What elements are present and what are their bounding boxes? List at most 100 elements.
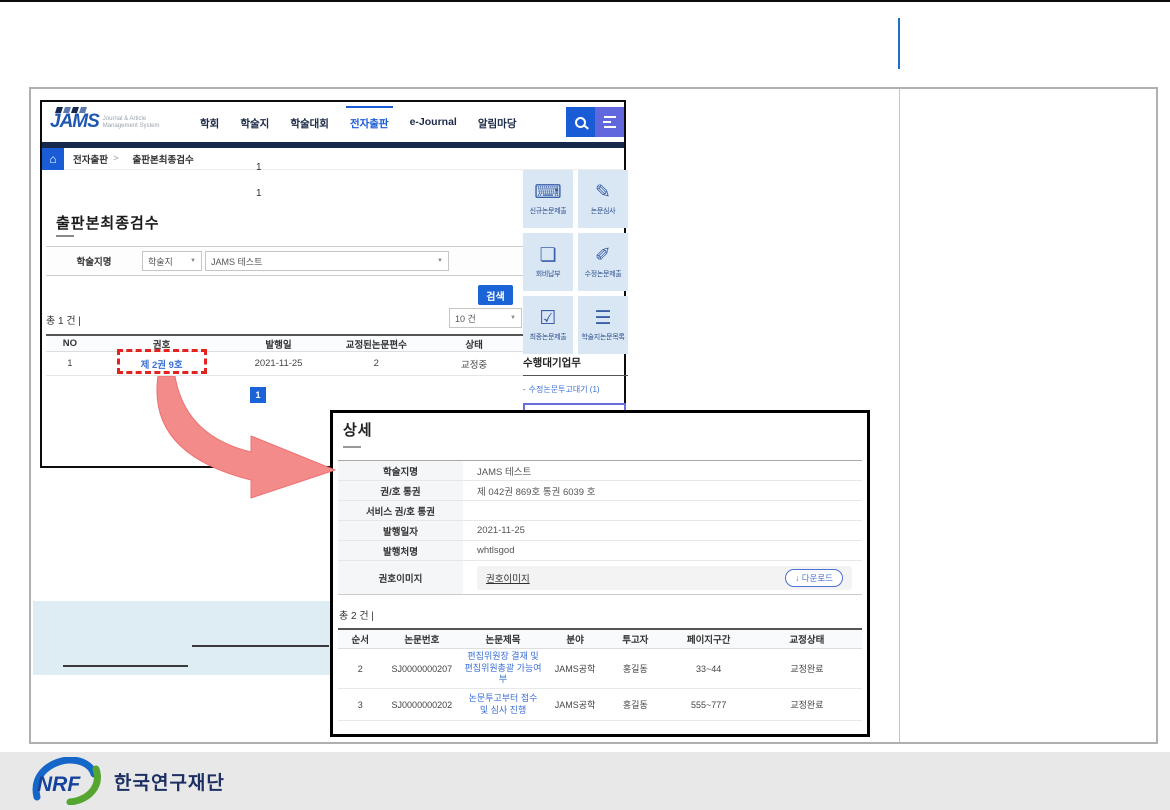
nrf-logo-icon: NRF xyxy=(30,757,106,805)
col-count: 교정된논문편수 xyxy=(327,337,425,351)
menu-button[interactable] xyxy=(595,107,624,137)
nav-item-journal[interactable]: 학술지 xyxy=(240,113,269,131)
col-article-title: 논문제목 xyxy=(461,632,545,646)
top-rule xyxy=(0,0,1170,2)
tile-label: 학술지논문목록 xyxy=(582,332,625,342)
detail-label: 서비스 권/호 통권 xyxy=(338,501,463,520)
tile-membership-fee[interactable]: ❏ 회비납부 xyxy=(523,233,573,291)
jams-logo-text: JAMS xyxy=(50,111,99,133)
logo-cube xyxy=(63,107,71,113)
breadcrumb-separator: > xyxy=(113,153,119,164)
pending-item-revised[interactable]: -수정논문투고대기 (1) xyxy=(523,384,628,395)
detail-row: 서비스 권/호 통권 xyxy=(338,501,862,521)
nav-item-epublish-active[interactable]: 전자출판 xyxy=(350,113,389,131)
col-proof-status: 교정상태 xyxy=(752,632,862,646)
cell-no: 1 xyxy=(46,358,94,369)
col-date: 발행일 xyxy=(230,337,328,351)
article-title-link[interactable]: 편집위원장 결재 및 편집위원총괄 가능여부 xyxy=(461,649,545,688)
article-count: 총 2 건 | xyxy=(339,607,867,622)
nav-item-conference[interactable]: 학술대회 xyxy=(290,113,329,131)
tile-revised-submission[interactable]: ✐ 수정논문제출 xyxy=(578,233,628,291)
journal-name-select[interactable]: JAMS 테스트 ▼ xyxy=(205,251,449,271)
detail-label: 발행일자 xyxy=(338,521,463,540)
page: JAMS Journal & Article Management System… xyxy=(0,0,1170,810)
search-submit-button[interactable]: 검색 xyxy=(478,285,513,305)
col-article-no: 논문번호 xyxy=(383,632,462,646)
issue-highlight-box xyxy=(117,349,207,374)
menu-icon xyxy=(603,121,611,123)
search-button[interactable] xyxy=(566,107,595,137)
breadcrumb-section[interactable]: 전자출판 xyxy=(73,152,108,166)
article-row: 3 SJ0000000202 논문투고부터 접수 및 심사 진행 JAMS공학 … xyxy=(338,689,862,721)
checklist-icon: ☰ xyxy=(594,309,611,328)
pending-tasks-title: 수행대기업무 xyxy=(523,355,628,376)
col-field: 분야 xyxy=(545,632,605,646)
detail-label: 발행처명 xyxy=(338,541,463,560)
detail-row: 발행처명 whtlsgod xyxy=(338,541,862,561)
detail-row: 학술지명 JAMS 테스트 xyxy=(338,461,862,481)
nav-item-notice[interactable]: 알림마당 xyxy=(478,113,517,131)
tile-label: 회비납부 xyxy=(536,269,561,279)
cell-author: 홍길동 xyxy=(605,662,665,675)
col-status: 상태 xyxy=(425,337,523,351)
article-table-header: 순서 논문번호 논문제목 분야 투고자 페이지구간 교정상태 xyxy=(338,628,862,649)
journal-type-select[interactable]: 학술지 ▼ xyxy=(142,251,202,271)
detail-value: JAMS 테스트 xyxy=(463,461,862,480)
article-title-link[interactable]: 논문투고부터 접수 및 심사 진행 xyxy=(461,691,545,718)
edit-document-icon: ✐ xyxy=(595,246,611,265)
quick-menu: ⌨ 신규논문제출 ✎ 논문심사 ❏ 회비납부 ✐ 수정논문제출 ☑ 최종논문제출… xyxy=(523,170,628,354)
redacted-line-1 xyxy=(192,645,329,647)
detail-value: whtlsgod xyxy=(463,541,862,560)
detail-popup: 상세 학술지명 JAMS 테스트 권/호 통권 제 042권 869호 통권 6… xyxy=(330,410,870,737)
col-order: 순서 xyxy=(338,632,383,646)
detail-label: 권호이미지 xyxy=(338,561,463,594)
logo-cube xyxy=(55,107,63,113)
bullet: - xyxy=(523,385,526,394)
journal-type-value: 학술지 xyxy=(148,255,173,268)
cell-count: 2 xyxy=(327,358,425,369)
tile-label: 신규논문제출 xyxy=(530,206,567,216)
page-title-underline xyxy=(56,235,74,237)
tile-final-submission[interactable]: ☑ 최종논문제출 xyxy=(523,296,573,354)
issue-image-link[interactable]: 권호이미지 xyxy=(486,571,530,585)
breadcrumb-current: 출판본최종검수 xyxy=(133,152,194,166)
pencil-bulb-icon: ✎ xyxy=(595,183,611,202)
cell-field: JAMS공학 xyxy=(545,662,605,675)
logo-cube xyxy=(71,107,79,113)
col-pages: 페이지구간 xyxy=(665,632,751,646)
stray-mark-2: 1 xyxy=(256,188,262,199)
cell-pages: 555~777 xyxy=(665,700,751,710)
nrf-logo: NRF xyxy=(30,757,106,805)
cell-proof-status: 교정완료 xyxy=(752,662,862,675)
menu-icon xyxy=(604,126,616,128)
jams-logo-subtitle: Journal & Article Management System xyxy=(103,116,163,133)
article-row: 2 SJ0000000207 편집위원장 결재 및 편집위원총괄 가능여부 JA… xyxy=(338,649,862,689)
document-icon: ❏ xyxy=(539,246,556,265)
download-button[interactable]: ↓ 다운로드 xyxy=(785,569,843,587)
tile-article-list[interactable]: ☰ 학술지논문목록 xyxy=(578,296,628,354)
tile-review[interactable]: ✎ 논문심사 xyxy=(578,170,628,228)
cell-article-no: SJ0000000202 xyxy=(383,700,462,710)
cell-field: JAMS공학 xyxy=(545,698,605,711)
redacted-line-2 xyxy=(63,665,188,667)
page-size-select[interactable]: 10 건 ▼ xyxy=(449,308,522,328)
keyboard-icon: ⌨ xyxy=(534,183,561,202)
cell-date: 2021-11-25 xyxy=(230,358,328,369)
journal-name-value: JAMS 테스트 xyxy=(211,255,262,268)
highlight-block xyxy=(33,601,331,675)
search-filter: 학술지명 학술지 ▼ JAMS 테스트 ▼ xyxy=(46,246,523,276)
tile-new-submission[interactable]: ⌨ 신규논문제출 xyxy=(523,170,573,228)
popup-title: 상세 xyxy=(343,419,867,440)
header-buttons xyxy=(566,107,624,137)
result-count: 총 1 건 | xyxy=(46,312,81,327)
page-size-value: 10 건 xyxy=(455,312,476,325)
home-icon[interactable]: ⌂ xyxy=(42,148,64,170)
tile-label: 최종논문제출 xyxy=(530,332,567,342)
nav-item-society[interactable]: 학회 xyxy=(200,113,219,131)
filter-label: 학술지명 xyxy=(46,254,142,268)
chevron-down-icon: ▼ xyxy=(437,258,443,264)
jams-logo[interactable]: JAMS Journal & Article Management System xyxy=(50,111,174,133)
cell-pages: 33~44 xyxy=(665,664,751,674)
nav-item-ejournal[interactable]: e-Journal xyxy=(410,113,457,131)
stray-mark-1: 1 xyxy=(256,162,262,173)
